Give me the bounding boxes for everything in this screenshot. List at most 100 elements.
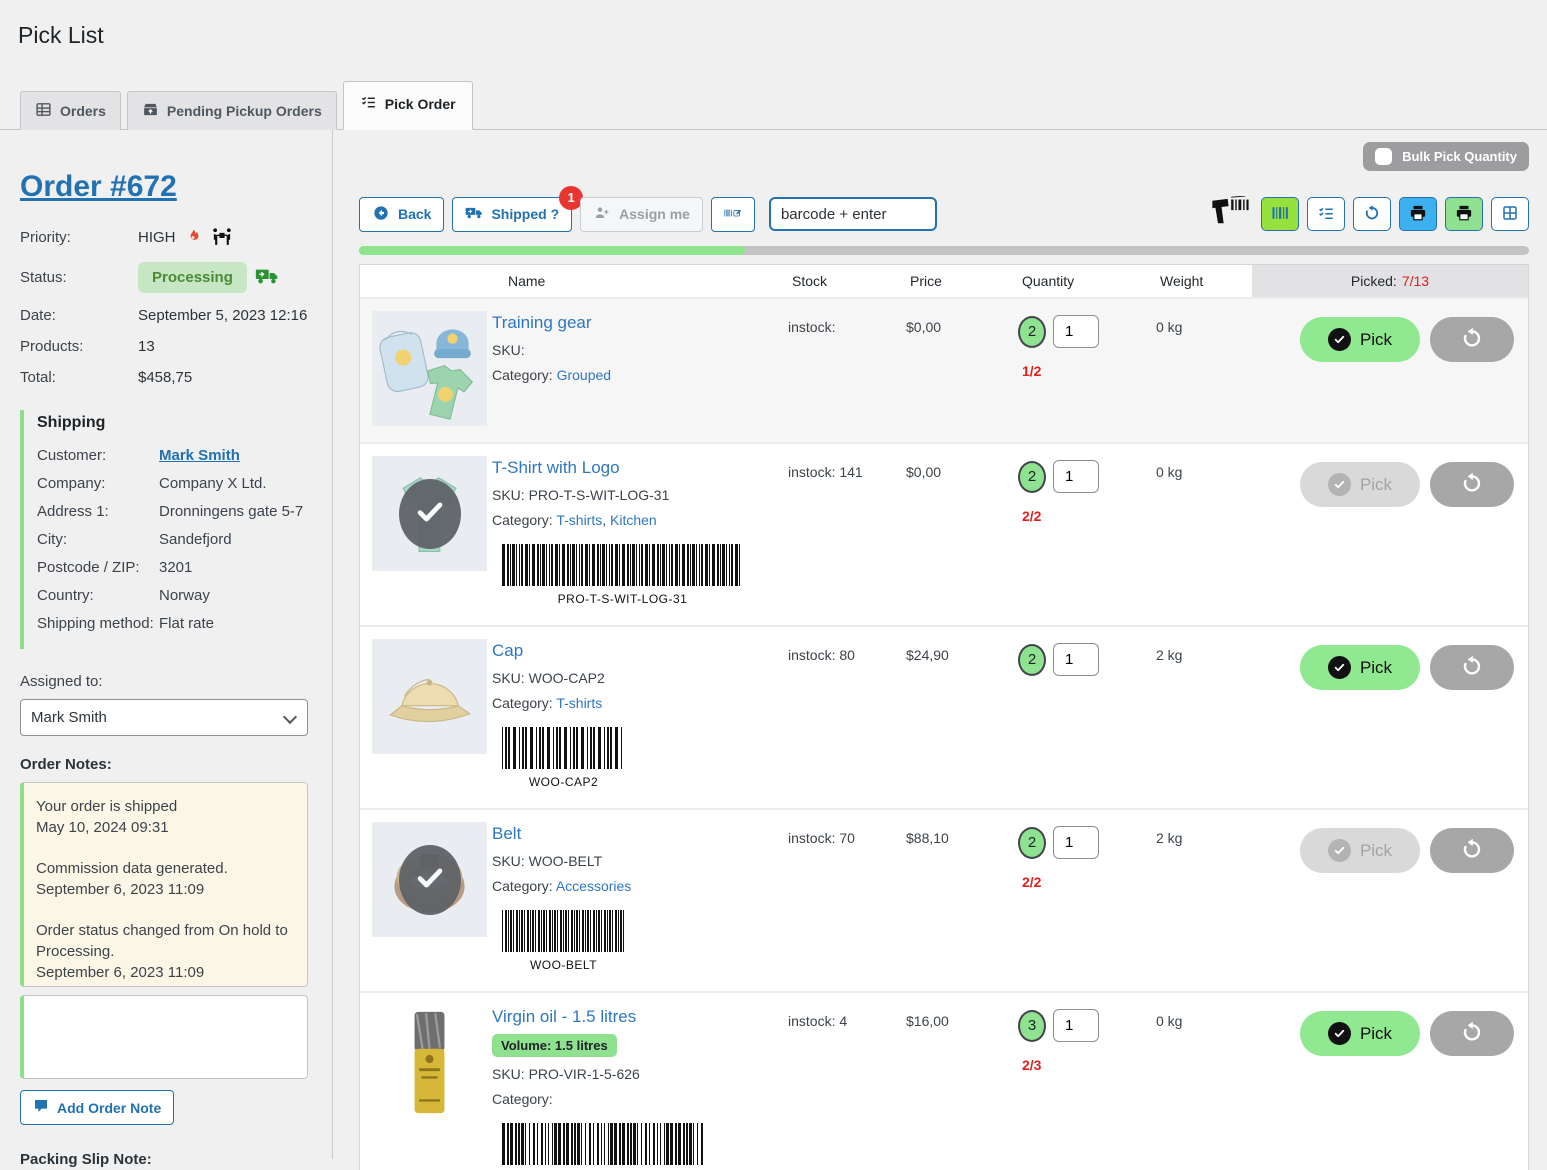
tab-label: Pick Order (385, 96, 456, 112)
barcode-scanner-icon[interactable] (1210, 196, 1250, 232)
quantity-badge: 2 (1018, 827, 1046, 859)
new-order-note-input[interactable] (20, 995, 308, 1079)
barcode-mode-button[interactable] (1261, 197, 1299, 231)
category-link[interactable]: T-shirts (556, 695, 602, 711)
header-picked: Picked: 7/13 (1252, 265, 1528, 297)
quantity-input[interactable] (1053, 826, 1099, 859)
shipping-row-label: Shipping method: (37, 615, 159, 632)
quantity-input[interactable] (1053, 315, 1099, 348)
product-name-link[interactable]: T-Shirt with Logo (492, 458, 620, 478)
shipping-row-value: Dronningens gate 5-7 (159, 503, 303, 520)
product-weight: 0 kg (1156, 311, 1252, 426)
pick-button[interactable]: Pick (1300, 462, 1420, 507)
row-undo-button[interactable] (1430, 317, 1514, 362)
bulk-pick-quantity-toggle[interactable]: Bulk Pick Quantity (1363, 142, 1529, 171)
quantity-input[interactable] (1053, 460, 1099, 493)
product-row: T-Shirt with Logo SKU: PRO-T-S-WIT-LOG-3… (360, 442, 1528, 625)
product-name-link[interactable]: Training gear (492, 313, 592, 333)
assigned-to-label: Assigned to: (20, 673, 308, 690)
tab-pending-pickup-orders[interactable]: Pending Pickup Orders (127, 91, 337, 130)
pick-button[interactable]: Pick (1300, 645, 1420, 690)
barcode-input[interactable] (769, 197, 937, 231)
pick-list-view-button[interactable] (1307, 197, 1345, 231)
barcode: WOO-BELT (492, 904, 635, 975)
product-category: Category: T-shirts (492, 695, 788, 711)
product-sku: SKU: WOO-BELT (492, 853, 788, 869)
flame-icon (184, 228, 202, 246)
tab-pick-order[interactable]: Pick Order (343, 81, 473, 130)
printer-icon (1454, 204, 1474, 225)
shipping-row: Postcode / ZIP: 3201 (37, 559, 308, 576)
priority-label: Priority: (20, 229, 138, 246)
product-price: $24,90 (906, 639, 1018, 792)
print-button[interactable] (1399, 197, 1437, 231)
category-link[interactable]: Kitchen (610, 512, 657, 528)
order-number-link[interactable]: Order #672 (20, 170, 177, 204)
pick-toolbar: Back Shipped ? 1 Assign me (359, 196, 1529, 232)
assigned-to-select[interactable]: Mark Smith (20, 699, 308, 736)
product-weight: 0 kg (1156, 1005, 1252, 1170)
product-sku: SKU: (492, 342, 788, 358)
category-link[interactable]: Grouped (557, 367, 611, 383)
grid-icon (1500, 204, 1520, 225)
bulk-pick-checkbox[interactable] (1375, 148, 1392, 165)
assign-me-button[interactable]: Assign me (580, 197, 703, 232)
barcode-icon (1270, 204, 1290, 225)
header-name: Name (492, 265, 788, 297)
back-button[interactable]: Back (359, 197, 444, 232)
row-undo-button[interactable] (1430, 645, 1514, 690)
product-stock: instock: 141 (788, 456, 906, 609)
product-quantity-cell: 3 2/3 (1018, 1005, 1156, 1170)
row-undo-button[interactable] (1430, 828, 1514, 873)
product-row: Virgin oil - 1.5 litres Volume: 1.5 litr… (360, 991, 1528, 1170)
category-link[interactable]: Accessories (556, 878, 631, 894)
quantity-input[interactable] (1053, 643, 1099, 676)
people-carrying-icon (210, 226, 234, 248)
barcode: WOO-CAP2 (492, 721, 635, 792)
date-value: September 5, 2023 12:16 (138, 307, 307, 324)
pick-button[interactable]: Pick (1300, 1011, 1420, 1056)
product-row: Training gear SKU: Category: Grouped ins… (360, 297, 1528, 442)
shipped-button[interactable]: Shipped ? 1 (452, 197, 572, 232)
print-alt-button[interactable] (1445, 197, 1483, 231)
pick-button[interactable]: Pick (1300, 828, 1420, 873)
add-order-note-button[interactable]: Add Order Note (20, 1090, 174, 1125)
printer-icon (1408, 204, 1428, 225)
barcode-edit-button[interactable] (711, 197, 755, 232)
product-name-link[interactable]: Belt (492, 824, 521, 844)
pick-button[interactable]: Pick (1300, 317, 1420, 362)
check-circle-icon (1328, 1022, 1351, 1045)
status-row: Status: Processing (20, 262, 308, 293)
pick-order-main: Bulk Pick Quantity Back Shipped ? 1 Assi… (333, 130, 1547, 1159)
category-link[interactable]: T-shirts (556, 512, 602, 528)
note-icon (33, 1098, 49, 1117)
assigned-to-select-wrap: Mark Smith (20, 699, 308, 736)
shipping-row-value[interactable]: Mark Smith (159, 447, 240, 464)
undo-icon (1460, 326, 1484, 353)
order-notes-history[interactable]: Your order is shipped May 10, 2024 09:31… (20, 782, 308, 987)
tab-label: Pending Pickup Orders (167, 103, 322, 119)
shipping-row: City: Sandefjord (37, 531, 308, 548)
product-stock: instock: (788, 311, 906, 426)
product-row: Belt SKU: WOO-BELT Category: Accessories… (360, 808, 1528, 991)
product-stock: instock: 4 (788, 1005, 906, 1170)
product-name-link[interactable]: Cap (492, 641, 523, 661)
quantity-badge: 2 (1018, 316, 1046, 348)
tab-bar: Orders Pending Pickup Orders Pick Order (0, 81, 1547, 130)
product-sku: SKU: PRO-VIR-1-5-626 (492, 1066, 788, 1082)
product-name-link[interactable]: Virgin oil - 1.5 litres (492, 1007, 636, 1027)
product-quantity-cell: 2 2/2 (1018, 456, 1156, 609)
pick-progress-bar (359, 246, 1529, 255)
priority-value: HIGH (138, 229, 176, 246)
status-label: Status: (20, 269, 138, 286)
row-undo-button[interactable] (1430, 1011, 1514, 1056)
shipping-truck-icon (255, 267, 279, 289)
row-undo-button[interactable] (1430, 462, 1514, 507)
product-row: Cap SKU: WOO-CAP2 Category: T-shirts WOO… (360, 625, 1528, 808)
grid-view-button[interactable] (1491, 197, 1529, 231)
picked-fraction: 2/3 (1022, 1057, 1156, 1073)
total-row: Total: $458,75 (20, 369, 308, 386)
reset-button[interactable] (1353, 197, 1391, 231)
quantity-input[interactable] (1053, 1009, 1099, 1042)
tab-orders[interactable]: Orders (20, 91, 121, 130)
